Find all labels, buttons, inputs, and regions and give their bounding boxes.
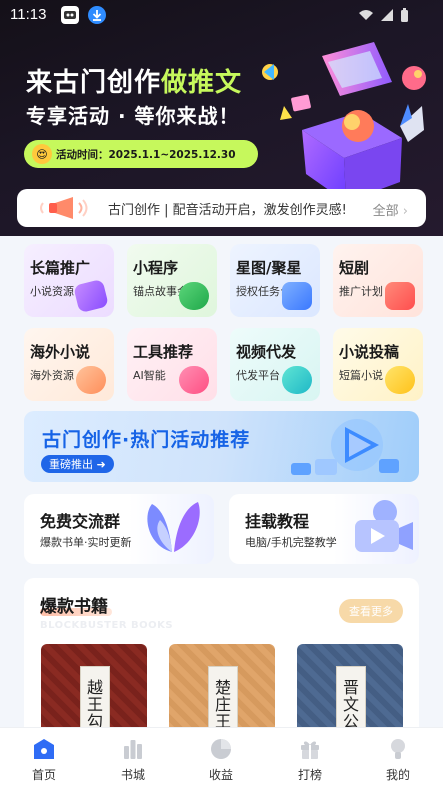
card-title: 挂载教程 xyxy=(245,512,310,531)
category-submit-novel[interactable]: 小说投稿 短篇小说 xyxy=(333,328,423,401)
book-cover[interactable]: 越王勾践 xyxy=(41,644,147,738)
section-subtitle-en: BLOCKBUSTER BOOKS xyxy=(40,620,174,631)
hero-title: 来古门创作做推文 xyxy=(26,68,243,98)
earnings-icon xyxy=(211,739,231,759)
play-button-illustration-icon xyxy=(291,419,399,475)
megaphone-icon xyxy=(40,197,88,219)
category-label: 工具推荐 xyxy=(133,343,194,361)
tab-profile[interactable]: 我的 xyxy=(354,728,442,788)
tab-label: 书城 xyxy=(120,768,145,782)
promo-pill-button[interactable]: 重磅推出 ➜ xyxy=(41,455,114,473)
book-cover[interactable]: 楚庄王 xyxy=(169,644,275,738)
category-mini-program[interactable]: 小程序 锚点故事会 xyxy=(127,244,217,317)
chevron-right-icon: › xyxy=(402,204,408,219)
category-label: 短剧 xyxy=(339,259,370,277)
tab-home[interactable]: 首页 xyxy=(0,728,88,788)
category-tools[interactable]: 工具推荐 AI智能 xyxy=(127,328,217,401)
category-label: 视频代发 xyxy=(236,343,297,361)
category-label: 小说投稿 xyxy=(339,343,400,361)
status-bar: 11:13 xyxy=(0,0,443,30)
announcement-text: 古门创作 | 配音活动开启，激发创作灵感! xyxy=(108,203,347,218)
bottom-tab-bar: 首页 书城 收益 打榜 我的 xyxy=(0,727,443,788)
view-more-button[interactable]: 查看更多 xyxy=(339,599,403,623)
gear-icon xyxy=(179,366,209,394)
category-label: 长篇推广 xyxy=(30,259,91,277)
view-all-link[interactable]: 全部 › xyxy=(373,200,408,219)
category-star-map[interactable]: 星图/聚星 授权任务台 xyxy=(230,244,320,317)
drama-icon xyxy=(385,282,415,310)
book-icon xyxy=(73,278,109,314)
category-sub: 海外资源 xyxy=(30,369,74,382)
category-long-novel[interactable]: 长篇推广 小说资源 xyxy=(24,244,114,317)
play-circle-icon: ➜ xyxy=(96,457,106,471)
event-date-text: 活动时间：2025.1.1~2025.12.30 xyxy=(56,148,236,161)
heart-eyes-emoji-icon: 😍 xyxy=(32,144,52,164)
tab-label: 收益 xyxy=(208,768,233,782)
tab-ranking[interactable]: 打榜 xyxy=(266,728,354,788)
blockbuster-books-section: 爆款书籍 BLOCKBUSTER BOOKS 查看更多 越王勾践 楚庄王 晋文公 xyxy=(24,578,419,738)
category-label: 小程序 xyxy=(133,259,179,277)
cursor-icon xyxy=(282,282,312,310)
tab-label: 我的 xyxy=(385,768,410,782)
category-video-publish[interactable]: 视频代发 代发平台 xyxy=(230,328,320,401)
video-camera-icon xyxy=(355,500,413,552)
gift-box-illustration-icon xyxy=(262,42,426,202)
pen-icon xyxy=(385,366,415,394)
hero-subtitle: 专享活动 · 等你来战！ xyxy=(26,104,240,128)
promo-banner[interactable]: 古门创作·热门活动推荐 重磅推出 ➜ xyxy=(24,411,419,482)
gift-icon xyxy=(301,741,319,759)
tab-bookstore[interactable]: 书城 xyxy=(89,728,177,788)
profile-icon xyxy=(391,739,405,759)
category-sub: 代发平台 xyxy=(236,369,280,382)
mount-tutorial-card[interactable]: 挂载教程 电脑/手机完整教学 xyxy=(229,494,419,564)
event-date-badge: 😍 活动时间：2025.1.1~2025.12.30 xyxy=(24,140,258,168)
book-cover[interactable]: 晋文公 xyxy=(297,644,403,738)
category-label: 海外小说 xyxy=(30,343,91,361)
download-icon xyxy=(88,6,106,24)
category-sub: 小说资源 xyxy=(30,285,74,298)
category-sub: AI智能 xyxy=(133,369,166,382)
category-sub: 短篇小说 xyxy=(339,369,383,382)
category-sub: 推广计划 xyxy=(339,285,383,298)
app-notification-icon xyxy=(61,6,79,24)
tab-label: 首页 xyxy=(31,768,56,782)
tab-earnings[interactable]: 收益 xyxy=(177,728,265,788)
globe-icon xyxy=(76,366,106,394)
card-sub: 电脑/手机完整教学 xyxy=(245,536,337,549)
home-icon xyxy=(34,739,54,759)
butterfly-icon xyxy=(147,502,200,552)
community-group-card[interactable]: 免费交流群 爆款书单·实时更新 xyxy=(24,494,214,564)
card-sub: 爆款书单·实时更新 xyxy=(40,536,132,549)
category-short-drama[interactable]: 短剧 推广计划 xyxy=(333,244,423,317)
category-overseas-novel[interactable]: 海外小说 海外资源 xyxy=(24,328,114,401)
section-title: 爆款书籍 xyxy=(40,597,108,617)
card-title: 免费交流群 xyxy=(40,512,121,531)
category-label: 星图/聚星 xyxy=(236,259,302,277)
signal-battery-icon xyxy=(359,8,408,22)
video-icon xyxy=(282,366,312,394)
bookstore-icon xyxy=(124,740,142,759)
announcement-bar[interactable]: 古门创作 | 配音活动开启，激发创作灵感! 全部 › xyxy=(17,189,426,227)
promo-title: 古门创作·热门活动推荐 xyxy=(42,429,251,451)
status-time: 11:13 xyxy=(10,6,47,23)
tab-label: 打榜 xyxy=(297,768,322,782)
mini-program-icon xyxy=(179,282,209,310)
